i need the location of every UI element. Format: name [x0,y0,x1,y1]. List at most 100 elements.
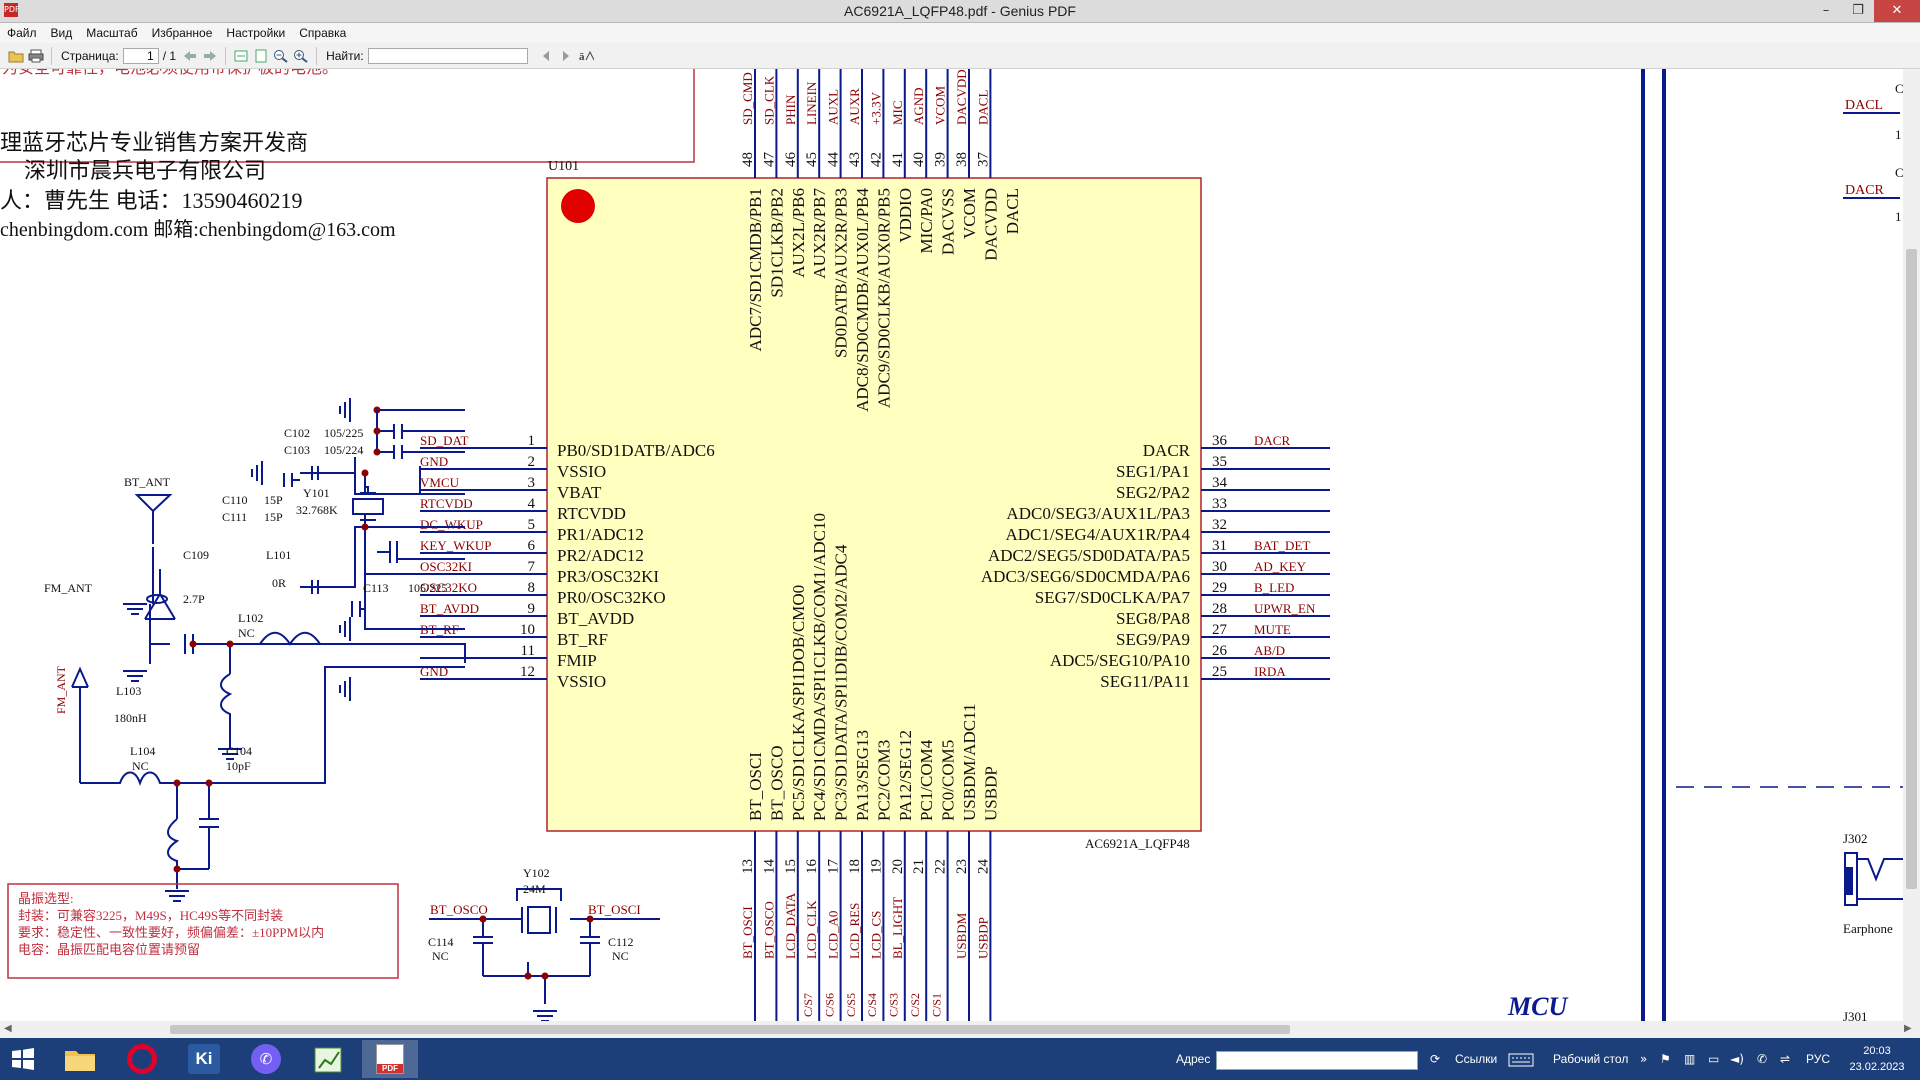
address-input[interactable] [1216,1051,1418,1070]
bus-label: C/S3 [887,993,901,1017]
page-number-input[interactable] [122,47,159,64]
section-title: MCU [1507,992,1568,1021]
horizontal-scroll-thumb[interactable] [170,1025,1290,1034]
scroll-right-icon[interactable]: ▶ [1904,1023,1912,1034]
menu-file[interactable]: Файл [0,23,44,43]
net-label: VMCU [420,475,460,490]
net-label: DACL [975,90,990,125]
desktop-label[interactable]: Рабочий стол [1553,1038,1628,1080]
net-label: KEY_WKUP [420,538,492,553]
net-label: LINEIN [804,81,819,125]
pin-number: 1 [528,433,536,449]
find-input[interactable] [367,47,528,64]
pin-number: 3 [528,475,536,491]
open-folder-icon[interactable] [6,46,26,66]
taskbar-opera[interactable] [114,1040,170,1078]
menu-help[interactable]: Справка [292,23,353,43]
pin-name: PC1/COM4 [917,739,936,821]
language-indicator[interactable]: РУС [1806,1038,1830,1080]
pin-name: BT_OSCO [767,745,786,821]
pin-name: BT_AVDD [557,609,634,628]
pin-number: 21 [911,859,927,874]
right-bus-bars [1641,69,1666,1021]
document-viewport[interactable]: 为安全可靠性，电池必须使用带保护板的电池。 理蓝牙芯片专业销售方案开发商 深圳市… [0,69,1920,1021]
l101-ref: L101 [266,548,291,562]
pin-name: PC5/SD1CLKA/SPI1DOB/CMO0 [789,585,808,821]
earphone-jack [1844,852,1903,906]
minimize-button[interactable]: – [1810,0,1842,22]
menu-settings[interactable]: Настройки [219,23,292,43]
net-label: BT_AVDD [420,601,479,616]
keyboard-icon[interactable] [1508,1038,1534,1080]
viber-tray-icon[interactable]: ✆ [1757,1038,1767,1080]
volume-icon[interactable]: ◄) [1730,1038,1744,1080]
pin-number: 10 [520,622,535,638]
prev-page-icon[interactable] [180,46,200,66]
taskbar: Ki ✆ PDF Адрес ⟳ Ссылки Рабочий стол » ⚑… [0,1038,1920,1080]
match-case-icon[interactable]: ā [576,46,596,66]
y101-ref: Y101 [303,486,330,500]
start-button[interactable] [0,1038,46,1080]
menu-view[interactable]: Вид [44,23,80,43]
menu-bar: Файл Вид Масштаб Избранное Настройки Спр… [0,23,1920,43]
fit-width-icon[interactable] [231,46,251,66]
pin1-marker [561,189,595,223]
horizontal-scrollbar[interactable]: ◀ ▶ [0,1021,1920,1038]
next-page-icon[interactable] [200,46,220,66]
svg-text:ā: ā [579,51,585,63]
net-label: SD_DAT [420,433,468,448]
pdf-app-icon: PDF [376,1044,404,1074]
zoom-out-icon[interactable] [271,46,291,66]
zoom-in-icon[interactable] [291,46,311,66]
pin-number: 34 [1212,475,1228,491]
taskbar-explorer[interactable] [52,1040,108,1078]
vertical-scroll-thumb[interactable] [1906,249,1917,889]
flag-icon[interactable]: ⚑ [1660,1038,1671,1080]
c109-ref: C109 [183,548,209,562]
chip-part: AC6921A_LQFP48 [1085,836,1190,851]
net-label: USBDP [975,917,990,959]
maximize-button[interactable]: ❐ [1842,0,1874,22]
taskbar-kicad[interactable]: Ki [176,1040,232,1078]
print-icon[interactable] [26,46,46,66]
refresh-icon[interactable]: ⟳ [1430,1038,1440,1080]
c109-value: 2.7P [183,592,205,606]
usb-icon[interactable]: ⇌ [1780,1038,1790,1080]
c103-ref: C103 [284,443,310,457]
vertical-scrollbar[interactable] [1903,69,1920,1021]
pin-name: ADC3/SEG6/SD0CMDA/PA6 [981,567,1190,586]
pin-name: SD1CLKB/PB2 [767,188,786,298]
bus-label: C/S1 [929,993,943,1017]
taskbar-genius-pdf[interactable]: PDF [362,1040,418,1078]
pin-number: 14 [761,859,777,875]
menu-zoom[interactable]: Масштаб [79,23,144,43]
find-prev-icon[interactable] [536,46,556,66]
kicad-icon: Ki [188,1044,220,1074]
crystal-note: 晶振选型: 封装：可兼容3225，M49S，HC49S等不同封装 要求：稳定性、… [18,891,324,957]
pin-name: USBDM/ADC11 [960,704,979,821]
net-label: AUXL [826,89,841,125]
pin-number: 42 [868,152,884,167]
clock[interactable]: 20:03 23.02.2023 [1842,1043,1912,1075]
fit-page-icon[interactable] [251,46,271,66]
c114-ref: C114 [428,935,454,949]
tray-chevron-icon[interactable]: » [1640,1038,1647,1080]
menu-favorites[interactable]: Избранное [145,23,220,43]
pin-number: 23 [954,859,970,874]
opera-icon [127,1044,157,1074]
address-label: Адрес [1176,1052,1211,1066]
battery-icon[interactable]: ▭ [1708,1038,1719,1080]
find-next-icon[interactable] [556,46,576,66]
pin-name: PC2/COM3 [874,740,893,821]
scroll-left-icon[interactable]: ◀ [4,1023,12,1034]
bus-label: C/S4 [865,993,879,1017]
toolbar-separator [51,46,52,65]
links-label[interactable]: Ссылки [1455,1038,1497,1080]
taskbar-viber[interactable]: ✆ [238,1040,294,1078]
c111-value: 15P [264,510,283,524]
network-icon[interactable]: ▥ [1684,1038,1695,1080]
pin-number: 20 [890,859,906,874]
close-button[interactable]: ✕ [1874,0,1920,22]
taskbar-chart-app[interactable] [300,1040,356,1078]
net-label: LCD_A0 [826,911,841,959]
